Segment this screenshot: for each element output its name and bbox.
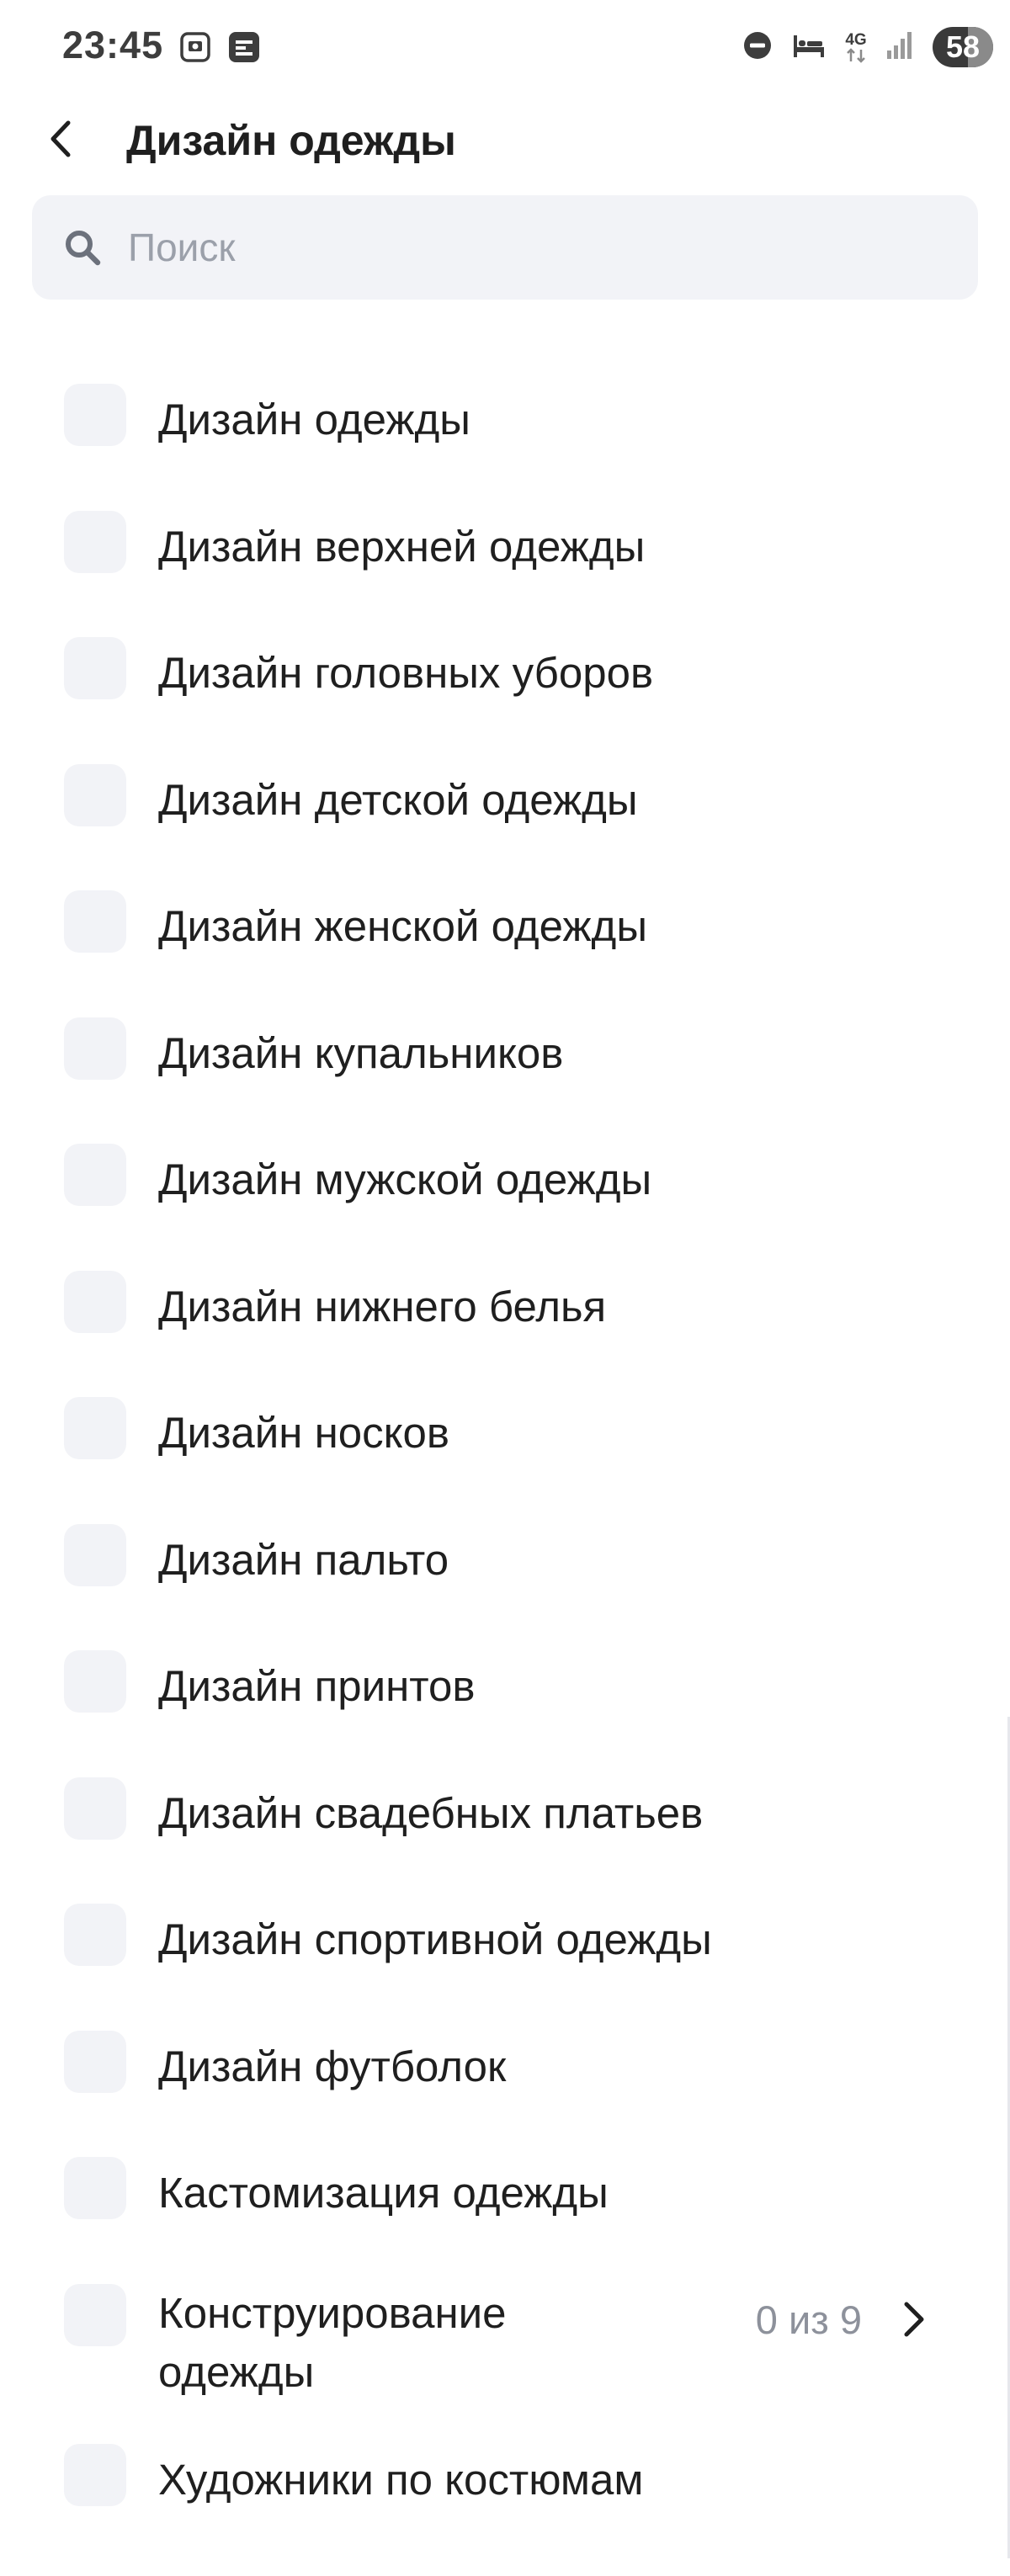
item-label: Дизайн спортивной одежды	[158, 1915, 712, 1963]
search-bar[interactable]	[32, 195, 978, 300]
notification-icon	[226, 29, 263, 66]
list-item[interactable]: Дизайн мужской одежды	[0, 1113, 1010, 1240]
checkbox[interactable]	[64, 510, 126, 573]
list-item[interactable]: Дизайн купальников	[0, 987, 1010, 1114]
list-item[interactable]: Дизайн носков	[0, 1367, 1010, 1494]
battery-level: 58	[945, 29, 981, 64]
header: Дизайн одежды	[0, 93, 1010, 185]
item-label: Дизайн купальников	[158, 1028, 564, 1077]
checkbox[interactable]	[64, 1650, 126, 1713]
dnd-icon	[742, 30, 773, 65]
checkbox[interactable]	[64, 384, 126, 446]
search-input[interactable]	[126, 224, 954, 271]
item-label: Дизайн верхней одежды	[158, 522, 646, 571]
network-4g-icon: 4G	[845, 32, 867, 63]
list-item[interactable]: Дизайн пальто	[0, 1494, 1010, 1621]
list-item[interactable]: Дизайн головных уборов	[0, 607, 1010, 734]
checkbox[interactable]	[64, 1904, 126, 1966]
checkbox[interactable]	[64, 1523, 126, 1586]
item-label: Дизайн пальто	[158, 1535, 449, 1584]
search-icon	[62, 227, 103, 268]
list-item[interactable]: Дизайн нижнего белья	[0, 1240, 1010, 1368]
back-arrow-icon	[50, 120, 71, 157]
checkbox[interactable]	[64, 2030, 126, 2093]
battery-icon: 58	[933, 27, 993, 67]
signal-icon	[885, 30, 914, 65]
list-item[interactable]: Дизайн спортивной одежды	[0, 1873, 1010, 2000]
list-item[interactable]: Дизайн принтов	[0, 1620, 1010, 1747]
page-title: Дизайн одежды	[126, 117, 456, 164]
list-item-expandable[interactable]: Конструирование одежды 0 из 9	[0, 2254, 1010, 2414]
item-label: Художники по костюмам	[158, 2455, 644, 2504]
network-label: 4G	[845, 30, 867, 49]
list-item[interactable]: Дизайн детской одежды	[0, 734, 1010, 861]
bed-icon	[791, 30, 827, 65]
item-label: Дизайн головных уборов	[158, 649, 654, 697]
item-label: Дизайн футболок	[158, 2042, 507, 2090]
item-label: Кастомизация одежды	[158, 2169, 609, 2217]
item-label: Дизайн детской одежды	[158, 775, 638, 824]
list-item[interactable]: Дизайн свадебных платьев	[0, 1747, 1010, 1874]
item-count: 0 из 9	[755, 2297, 862, 2342]
status-right-icons: 4G 58	[742, 24, 993, 71]
back-button[interactable]	[32, 109, 91, 168]
list-item[interactable]: Дизайн женской одежды	[0, 860, 1010, 987]
item-label: Дизайн носков	[158, 1409, 449, 1457]
category-list: Дизайн одежды Дизайн верхней одежды Диза…	[0, 353, 1010, 2540]
item-label: Дизайн нижнего белья	[158, 1282, 607, 1330]
item-label: Дизайн одежды	[158, 396, 470, 443]
checkbox[interactable]	[64, 2443, 126, 2506]
list-item[interactable]: Дизайн одежды	[0, 353, 1010, 481]
checkbox[interactable]	[64, 2157, 126, 2219]
checkbox[interactable]	[64, 1144, 126, 1206]
checkbox[interactable]	[64, 1270, 126, 1333]
item-label: Конструирование одежды	[158, 2288, 507, 2396]
checkbox[interactable]	[64, 1397, 126, 1459]
checkbox[interactable]	[64, 1777, 126, 1840]
status-bar: 23:45 4G 58	[0, 0, 1010, 93]
checkbox[interactable]	[64, 763, 126, 826]
chevron-right-icon[interactable]	[890, 2296, 938, 2343]
list-item[interactable]: Дизайн футболок	[0, 2000, 1010, 2127]
checkbox[interactable]	[64, 637, 126, 699]
status-time: 23:45	[62, 24, 164, 66]
item-label: Дизайн свадебных платьев	[158, 1788, 704, 1837]
screenshot-icon	[177, 29, 214, 66]
checkbox[interactable]	[64, 2283, 126, 2346]
list-item[interactable]: Кастомизация одежды	[0, 2127, 1010, 2254]
list-item[interactable]: Художники по костюмам	[0, 2414, 1010, 2541]
checkbox[interactable]	[64, 890, 126, 953]
status-left-icons	[177, 29, 263, 66]
list-item[interactable]: Дизайн верхней одежды	[0, 481, 1010, 608]
item-label: Дизайн женской одежды	[158, 902, 647, 950]
item-label: Дизайн принтов	[158, 1662, 476, 1710]
checkbox[interactable]	[64, 1017, 126, 1080]
item-label: Дизайн мужской одежды	[158, 1155, 652, 1203]
